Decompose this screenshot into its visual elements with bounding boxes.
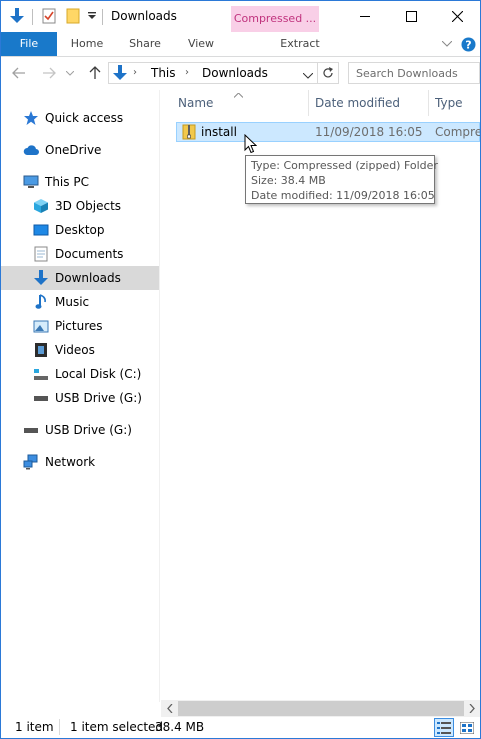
nav-quick-access[interactable]: Quick access <box>23 106 123 130</box>
network-icon <box>23 454 39 470</box>
nav-local-disk[interactable]: Local Disk (C:) <box>33 362 141 386</box>
zip-folder-icon <box>182 124 196 140</box>
details-view-button[interactable] <box>434 718 454 737</box>
window-title: Downloads <box>111 9 177 23</box>
forward-arrow-icon[interactable] <box>41 65 57 81</box>
file-type: Compres <box>435 125 480 139</box>
title-separator <box>32 9 33 25</box>
maximize-icon <box>405 11 417 22</box>
column-header-type[interactable]: Type <box>435 90 480 116</box>
usb-drive-icon <box>33 390 49 406</box>
nav-pictures[interactable]: Pictures <box>33 314 103 338</box>
details-view-icon <box>437 721 451 734</box>
file-row[interactable]: install 11/09/2018 16:05 Compres <box>176 122 480 142</box>
nav-music[interactable]: Music <box>33 290 89 314</box>
cloud-icon <box>23 142 39 158</box>
nav-videos[interactable]: Videos <box>33 338 95 362</box>
nav-this-pc[interactable]: This PC <box>23 170 89 194</box>
address-history-chevron-icon[interactable] <box>302 68 314 82</box>
new-folder-icon[interactable] <box>63 6 83 26</box>
status-selection: 1 item selected <box>70 720 164 734</box>
large-icons-view-button[interactable] <box>457 718 477 737</box>
nav-network[interactable]: Network <box>23 450 95 474</box>
title-bar: Downloads Compressed ... <box>1 1 480 32</box>
search-input[interactable] <box>356 64 476 82</box>
tooltip-type: Type: Compressed (zipped) Folder <box>251 159 438 172</box>
desktop-icon <box>33 222 49 238</box>
ribbon-tabs: File Home Share View Extract ? <box>1 32 480 57</box>
tab-home[interactable]: Home <box>63 32 111 56</box>
usb-drive-icon <box>23 422 39 438</box>
nav-usb-drive-pc[interactable]: USB Drive (G:) <box>33 386 142 410</box>
document-icon <box>33 246 49 262</box>
breadcrumb-this-pc[interactable]: This <box>151 65 176 81</box>
picture-icon <box>33 318 49 334</box>
nav-onedrive[interactable]: OneDrive <box>23 138 101 162</box>
downloads-location-icon <box>112 65 128 81</box>
refresh-icon <box>323 67 333 78</box>
cube-icon <box>33 198 49 214</box>
svg-text:?: ? <box>465 38 471 51</box>
column-header-name[interactable]: Name <box>178 90 306 116</box>
tooltip-date-modified: Date modified: 11/09/2018 16:05 <box>251 189 435 202</box>
properties-checkmark-icon[interactable] <box>39 6 59 26</box>
pane-splitter[interactable] <box>159 90 160 702</box>
computer-icon <box>23 174 39 190</box>
recent-locations-chevron-icon[interactable] <box>65 65 75 81</box>
file-name: install <box>201 125 237 139</box>
explorer-window: Downloads Compressed ... File Home Share… <box>0 0 481 739</box>
disk-icon <box>33 366 49 382</box>
address-bar[interactable]: › This › Downloads <box>108 62 318 84</box>
star-icon <box>23 110 39 126</box>
tab-extract[interactable]: Extract <box>267 32 333 56</box>
status-separator <box>59 719 60 735</box>
quick-access-download-icon[interactable] <box>7 6 27 26</box>
scroll-left-arrow-icon[interactable] <box>161 700 178 717</box>
breadcrumb-chevron-icon[interactable]: › <box>133 65 137 81</box>
title-separator <box>102 9 103 25</box>
file-date-modified: 11/09/2018 16:05 <box>315 125 423 139</box>
nav-documents[interactable]: Documents <box>33 242 123 266</box>
download-icon <box>33 270 49 286</box>
tab-view[interactable]: View <box>177 32 225 56</box>
up-arrow-icon[interactable] <box>87 65 103 81</box>
large-icons-view-icon <box>460 721 474 734</box>
column-divider[interactable] <box>428 90 429 116</box>
tab-share[interactable]: Share <box>121 32 169 56</box>
horizontal-scrollbar[interactable] <box>161 700 480 717</box>
tooltip-size: Size: 38.4 MB <box>251 174 326 187</box>
video-icon <box>33 342 49 358</box>
music-icon <box>33 294 49 310</box>
mouse-cursor-icon <box>244 133 258 157</box>
maximize-button[interactable] <box>388 1 434 32</box>
navigation-pane: Quick access OneDrive This PC 3D Objects… <box>1 90 159 712</box>
status-selection-size: 38.4 MB <box>155 720 205 734</box>
back-arrow-icon[interactable] <box>11 65 27 81</box>
minimize-icon <box>359 16 370 17</box>
compressed-tools-context-tab[interactable]: Compressed ... <box>231 6 319 32</box>
tab-file[interactable]: File <box>1 32 57 56</box>
nav-usb-drive[interactable]: USB Drive (G:) <box>23 418 132 442</box>
close-icon <box>451 11 463 22</box>
help-icon[interactable]: ? <box>460 36 476 52</box>
column-divider[interactable] <box>308 90 309 116</box>
breadcrumb-chevron-icon[interactable]: › <box>185 65 189 81</box>
nav-desktop[interactable]: Desktop <box>33 218 105 242</box>
status-bar: 1 item 1 item selected 38.4 MB <box>1 717 480 738</box>
search-box[interactable] <box>348 62 480 84</box>
scroll-right-arrow-icon[interactable] <box>463 700 480 717</box>
status-item-count: 1 item <box>15 720 54 734</box>
nav-3d-objects[interactable]: 3D Objects <box>33 194 121 218</box>
file-info-tooltip: Type: Compressed (zipped) Folder Size: 3… <box>245 155 438 204</box>
nav-downloads[interactable]: Downloads <box>1 266 159 290</box>
column-header-date-modified[interactable]: Date modified <box>315 90 425 116</box>
breadcrumb-downloads[interactable]: Downloads <box>202 65 268 81</box>
refresh-button[interactable] <box>317 62 339 84</box>
scrollbar-thumb[interactable] <box>178 701 464 716</box>
expand-ribbon-chevron-icon[interactable] <box>439 36 455 52</box>
minimize-button[interactable] <box>342 1 388 32</box>
customize-toolbar-dropdown-icon[interactable] <box>85 6 99 26</box>
close-button[interactable] <box>434 1 480 32</box>
